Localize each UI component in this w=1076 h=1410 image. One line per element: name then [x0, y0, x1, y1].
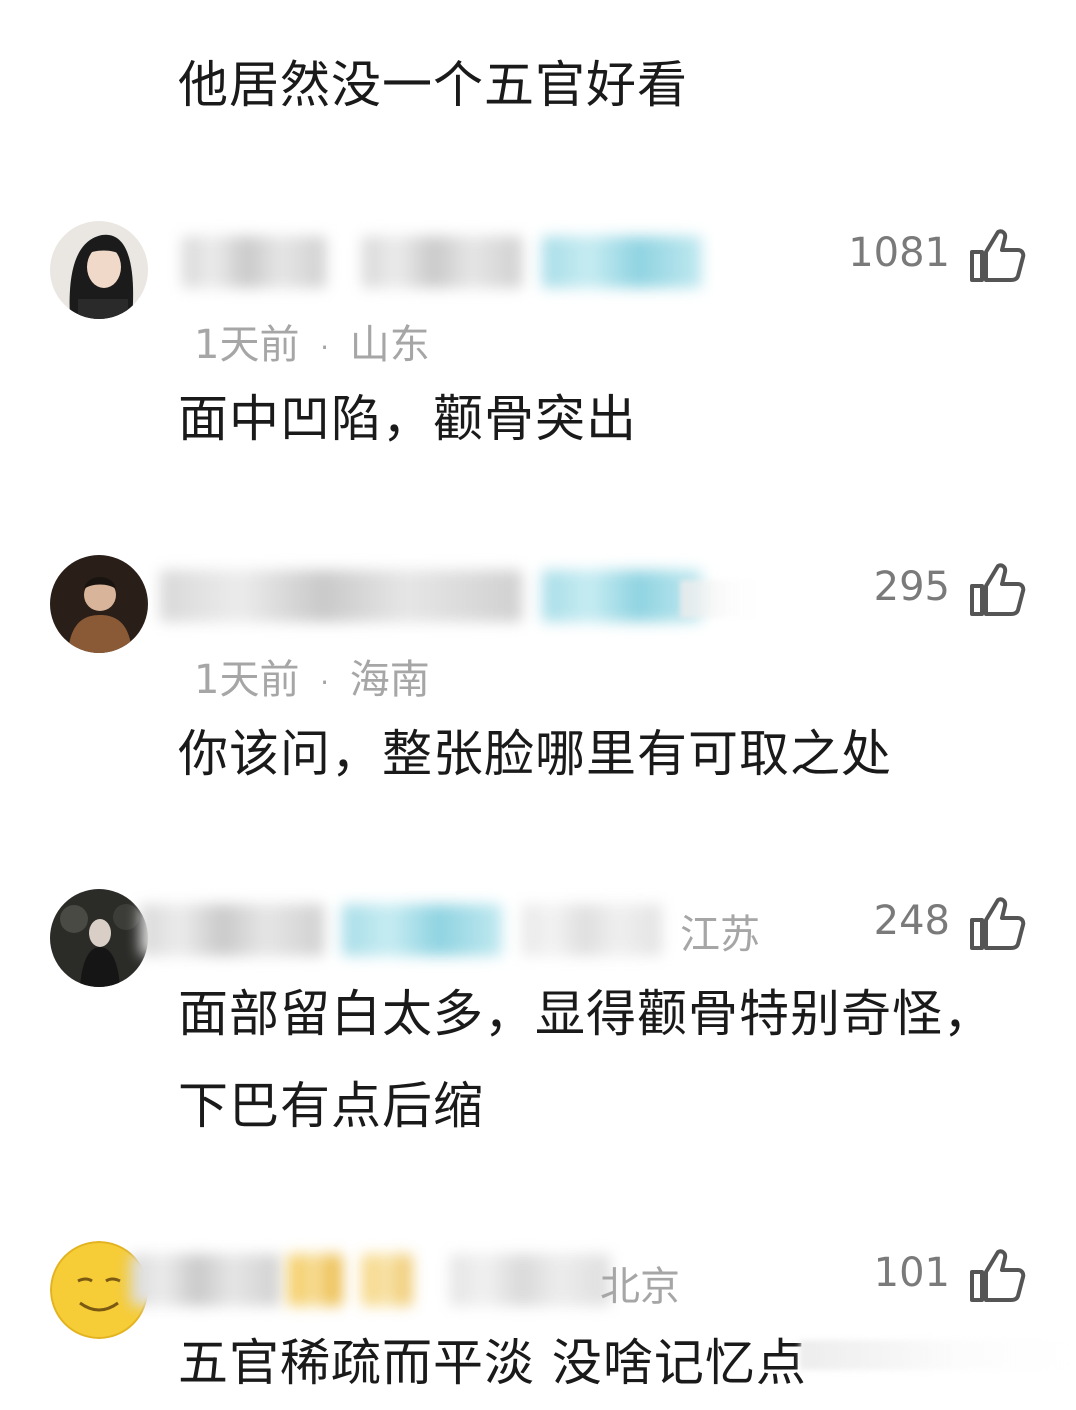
comment-text: 面部留白太多，显得颧骨特别奇怪， [178, 985, 994, 1043]
avatar[interactable] [50, 555, 148, 653]
comment-text: 下巴有点后缩 [178, 1077, 484, 1135]
thumbs-up-icon [970, 897, 1026, 950]
avatar-photo-girl-icon [50, 221, 148, 319]
like-count: 295 [873, 564, 950, 610]
user-badge-blurred [342, 904, 502, 956]
thumbs-up-icon [970, 1249, 1026, 1302]
avatar[interactable] [50, 221, 148, 319]
username-blurred[interactable] [130, 1254, 280, 1306]
like-button[interactable] [968, 228, 1026, 284]
meta-separator: · [320, 330, 330, 364]
like-button[interactable] [968, 1248, 1026, 1304]
blurred-smear [680, 580, 760, 618]
like-count: 248 [873, 898, 950, 944]
comment-meta: 江苏 [680, 902, 760, 960]
like-button[interactable] [968, 562, 1026, 618]
comment-text: 你该问，整张脸哪里有可取之处 [178, 725, 892, 783]
user-badge-blurred [288, 1254, 342, 1306]
comment-time: 1天前 [194, 657, 300, 703]
like-count: 101 [873, 1250, 950, 1296]
user-badge-blurred [542, 236, 702, 288]
username-blurred[interactable] [140, 904, 324, 956]
like-count: 1081 [848, 230, 950, 276]
watermark-smear [800, 1340, 1070, 1370]
username-blurred[interactable] [182, 236, 326, 288]
comment-location: 江苏 [680, 912, 760, 958]
avatar-photo-night-icon [50, 889, 148, 987]
username-blurred[interactable] [160, 570, 522, 622]
username-blurred[interactable] [362, 236, 522, 288]
avatar-photo-man-icon [50, 555, 148, 653]
thumbs-up-icon [970, 563, 1026, 616]
comment-meta: 1天前 · 山东 [194, 312, 430, 370]
thumbs-up-icon [970, 229, 1026, 282]
comment-text: 他居然没一个五官好看 [178, 56, 688, 114]
comment-location: 海南 [349, 657, 430, 703]
user-badge-blurred [362, 1254, 412, 1306]
comment-text: 面中凹陷，颧骨突出 [178, 390, 637, 448]
comment-text: 五官稀疏而平淡 没啥记忆点 [178, 1334, 807, 1392]
comment-meta: 1天前 · 海南 [194, 647, 430, 705]
avatar[interactable] [50, 889, 148, 987]
like-button[interactable] [968, 896, 1026, 952]
meta-separator: · [320, 665, 330, 699]
user-badge-blurred [542, 570, 702, 622]
meta-blurred [450, 1254, 610, 1306]
comment-meta: 北京 [600, 1254, 680, 1312]
comment-location: 山东 [349, 322, 430, 368]
comment-location: 北京 [600, 1264, 680, 1310]
comment-time: 1天前 [194, 322, 300, 368]
meta-blurred [522, 904, 662, 956]
